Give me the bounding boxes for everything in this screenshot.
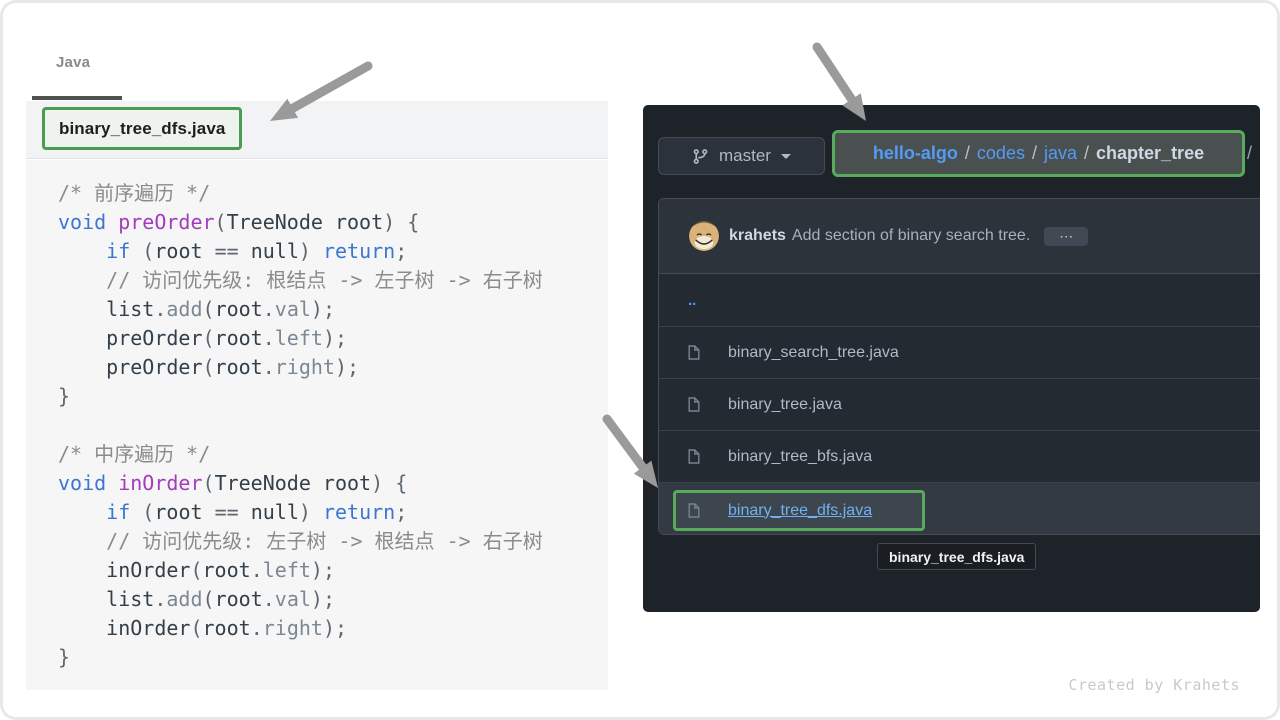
file-icon [686, 447, 702, 466]
active-tab-underline [32, 96, 122, 100]
parent-dir-link[interactable]: .. [688, 292, 696, 309]
breadcrumb-separator: / [965, 143, 970, 164]
commit-ellipsis-button[interactable]: ⋯ [1044, 227, 1088, 246]
breadcrumb-current-dir: chapter_tree [1096, 143, 1204, 164]
chevron-down-icon [781, 154, 791, 164]
filename-highlight-box: binary_tree_dfs.java [42, 107, 242, 150]
branch-selector-button[interactable]: master [658, 137, 825, 175]
code-line: if (root == null) return; [58, 237, 608, 266]
file-icon [686, 343, 702, 362]
file-link[interactable]: binary_search_tree.java [728, 344, 899, 362]
code-line: } [58, 382, 608, 411]
file-row-parent-dir[interactable]: .. [659, 274, 1260, 326]
avatar[interactable] [689, 221, 719, 251]
code-block: /* 前序遍历 */void preOrder(TreeNode root) {… [26, 160, 608, 690]
file-icon [686, 501, 702, 520]
breadcrumb-highlight-box: hello-algo / codes / java / chapter_tree [832, 130, 1245, 177]
arrow-to-file-row [607, 419, 643, 467]
code-line: inOrder(root.right); [58, 614, 608, 643]
file-row[interactable]: binary_search_tree.java [659, 326, 1260, 378]
code-line: list.add(root.val); [58, 585, 608, 614]
code-line: preOrder(root.right); [58, 353, 608, 382]
branch-name: master [719, 146, 771, 166]
code-line: if (root == null) return; [58, 498, 608, 527]
code-line: /* 前序遍历 */ [58, 179, 608, 208]
file-link[interactable]: binary_tree_dfs.java [728, 502, 872, 520]
link-tooltip: binary_tree_dfs.java [877, 543, 1036, 570]
code-line: void inOrder(TreeNode root) { [58, 469, 608, 498]
tab-java[interactable]: Java [56, 54, 90, 71]
latest-commit-bar: krahets Add section of binary search tre… [659, 199, 1260, 274]
file-list: .. binary_search_tree.java binary_tree.jav… [659, 274, 1260, 534]
code-line: // 访问优先级: 根结点 -> 左子树 -> 右子树 [58, 266, 608, 295]
breadcrumb-repo-link[interactable]: hello-algo [873, 143, 958, 164]
file-row[interactable]: binary_tree_dfs.java [659, 482, 1260, 534]
file-list-box: krahets Add section of binary search tre… [658, 198, 1260, 535]
breadcrumb-dir-java[interactable]: java [1044, 143, 1077, 164]
code-line: /* 中序遍历 */ [58, 440, 608, 469]
breadcrumb-trailing-separator: / [1247, 130, 1252, 177]
file-highlight-box: binary_tree_dfs.java [673, 490, 925, 531]
commit-message[interactable]: Add section of binary search tree. [792, 227, 1030, 245]
file-row[interactable]: binary_tree_bfs.java [659, 430, 1260, 482]
file-icon [686, 395, 702, 414]
file-link[interactable]: binary_tree_bfs.java [728, 448, 872, 466]
code-line: void preOrder(TreeNode root) { [58, 208, 608, 237]
file-link[interactable]: binary_tree.java [728, 396, 842, 414]
code-line [58, 411, 608, 440]
code-line: preOrder(root.left); [58, 324, 608, 353]
code-line: inOrder(root.left); [58, 556, 608, 585]
breadcrumb-dir-codes[interactable]: codes [977, 143, 1025, 164]
credit-text: Created by Krahets [1068, 676, 1240, 694]
git-branch-icon [692, 148, 709, 165]
code-block-header: binary_tree_dfs.java [26, 101, 608, 159]
code-line: } [58, 643, 608, 672]
code-filename: binary_tree_dfs.java [59, 119, 225, 139]
code-line: // 访问优先级: 左子树 -> 根结点 -> 右子树 [58, 527, 608, 556]
breadcrumb-separator: / [1084, 143, 1089, 164]
code-line: list.add(root.val); [58, 295, 608, 324]
breadcrumb-separator: / [1032, 143, 1037, 164]
github-file-browser: master hello-algo / codes / java / chapt… [643, 105, 1260, 612]
commit-author[interactable]: krahets [729, 227, 786, 245]
file-row[interactable]: binary_tree.java [659, 378, 1260, 430]
arrow-to-breadcrumb [817, 47, 852, 99]
